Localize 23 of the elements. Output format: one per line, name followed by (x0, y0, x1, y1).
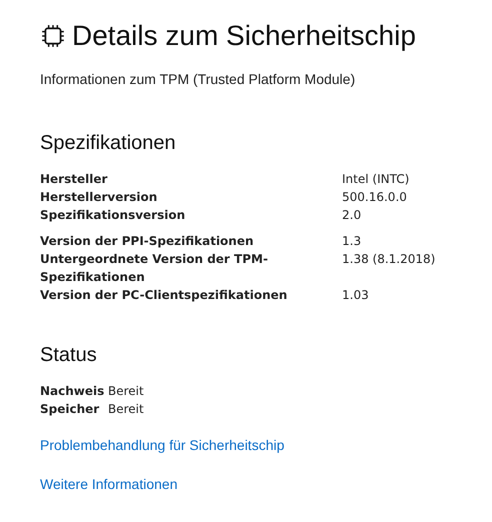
property-value: 500.16.0.0 (342, 189, 408, 206)
section-heading: Spezifikationen (40, 131, 177, 156)
property-value: 1.3 (342, 233, 362, 250)
page-title: Details zum Sicherheitschip (72, 19, 416, 53)
status-label: Speicher (40, 401, 100, 418)
property-value: 2.0 (342, 207, 362, 224)
property-label: Version der PPI-Spezifikationen (40, 233, 255, 250)
property-label: Spezifikationsversion (40, 207, 186, 224)
status-label: Nachweis (40, 383, 106, 400)
property-label: Hersteller (40, 171, 108, 188)
section-heading: Status (40, 343, 98, 368)
property-value: 1.38 (8.1.2018) (342, 251, 436, 268)
property-label: Untergeordnete Version der TPM-Spezifikationen (40, 251, 269, 286)
link[interactable]: Problembehandlung für Sicherheitschip (40, 437, 284, 453)
chip-icon (40, 23, 66, 49)
link[interactable]: Weitere Informationen (40, 476, 178, 492)
property-value: Intel (INTC) (342, 171, 410, 188)
status-value: Bereit (108, 383, 145, 400)
property-label: Herstellerversion (40, 189, 158, 206)
status-value: Bereit (108, 401, 145, 418)
property-value: 1.03 (342, 287, 370, 304)
property-label: Version der PC-Clientspezifikationen (40, 287, 288, 304)
subtitle: Informationen zum TPM (Trusted Platform Module) (40, 70, 356, 88)
